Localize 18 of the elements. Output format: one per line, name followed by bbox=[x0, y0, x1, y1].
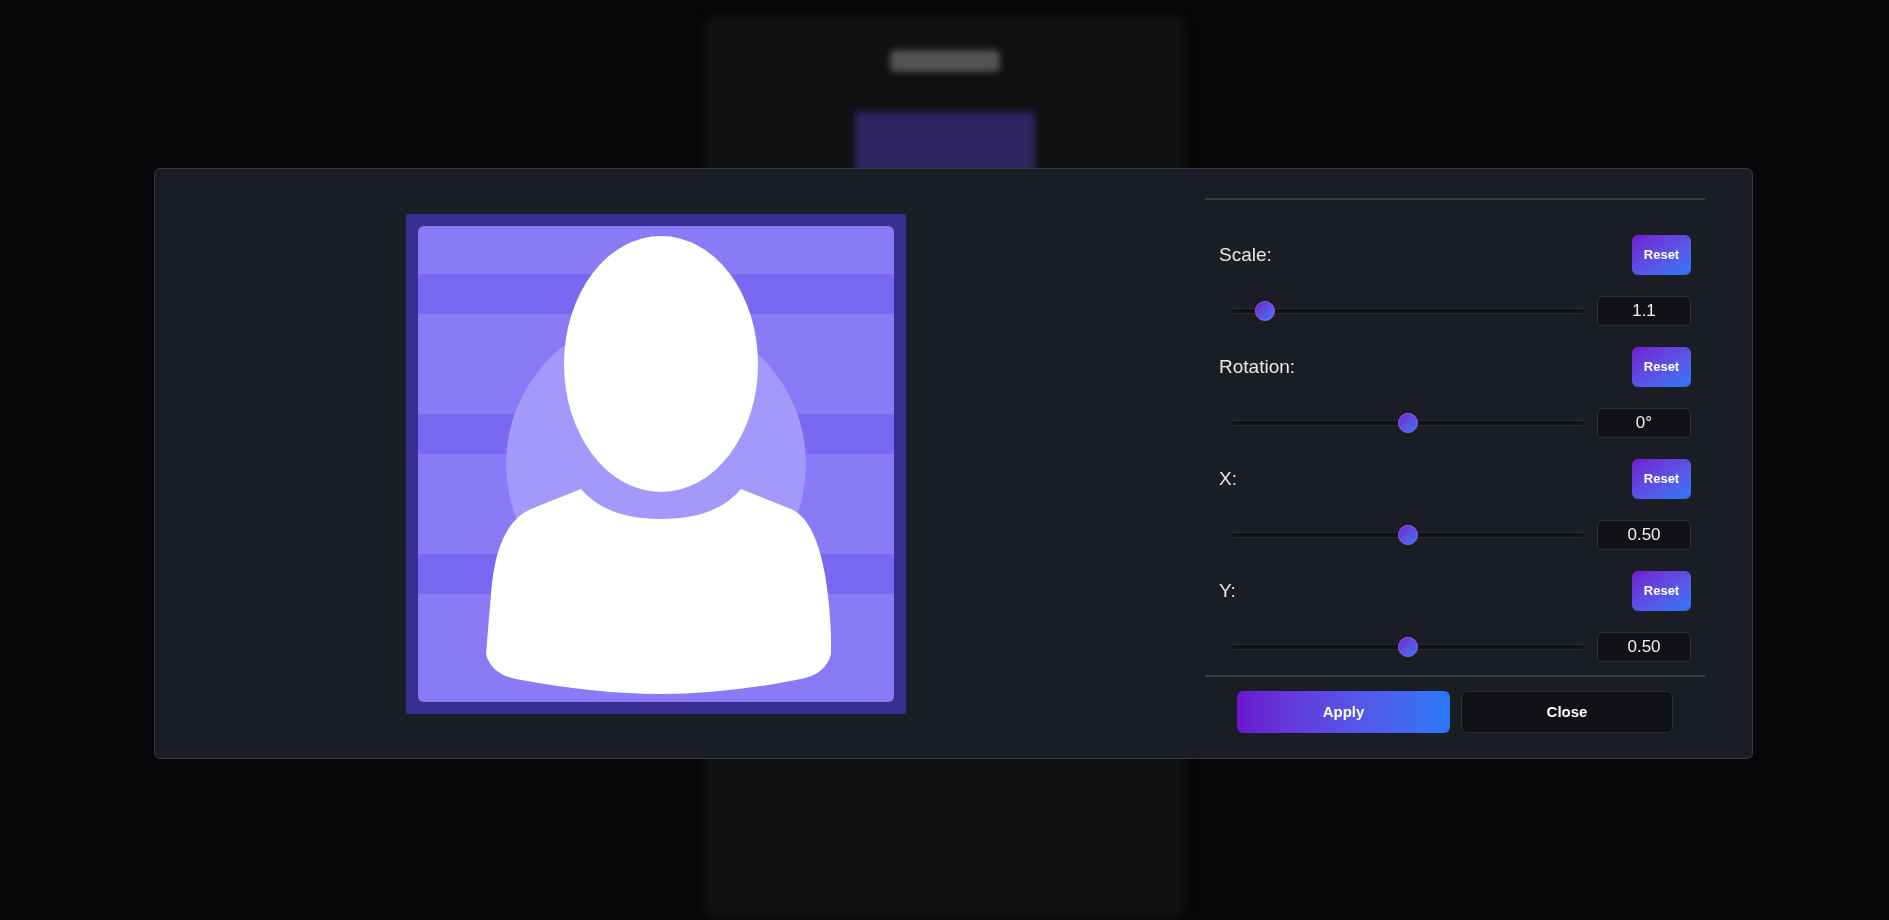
slider-thumb[interactable] bbox=[1398, 637, 1418, 657]
slider-thumb[interactable] bbox=[1254, 301, 1275, 321]
reset-button[interactable]: Reset bbox=[1632, 571, 1691, 611]
close-button[interactable]: Close bbox=[1461, 691, 1673, 733]
reset-button[interactable]: Reset bbox=[1632, 347, 1691, 387]
control-label: X: bbox=[1219, 466, 1237, 491]
apply-button[interactable]: Apply bbox=[1237, 691, 1450, 733]
reset-button[interactable]: Reset bbox=[1632, 459, 1691, 499]
reset-button[interactable]: Reset bbox=[1632, 235, 1691, 275]
value-field[interactable]: 0.50 bbox=[1597, 520, 1691, 550]
value-field[interactable]: 1.1 bbox=[1597, 296, 1691, 326]
control-label: Scale: bbox=[1219, 242, 1272, 267]
value-field[interactable]: 0.50 bbox=[1597, 632, 1691, 662]
value-field[interactable]: 0° bbox=[1597, 408, 1691, 438]
slider-thumb[interactable] bbox=[1398, 413, 1418, 433]
slider-thumb[interactable] bbox=[1398, 525, 1418, 545]
control-label: Rotation: bbox=[1219, 354, 1296, 379]
control-label: Y: bbox=[1219, 578, 1236, 603]
